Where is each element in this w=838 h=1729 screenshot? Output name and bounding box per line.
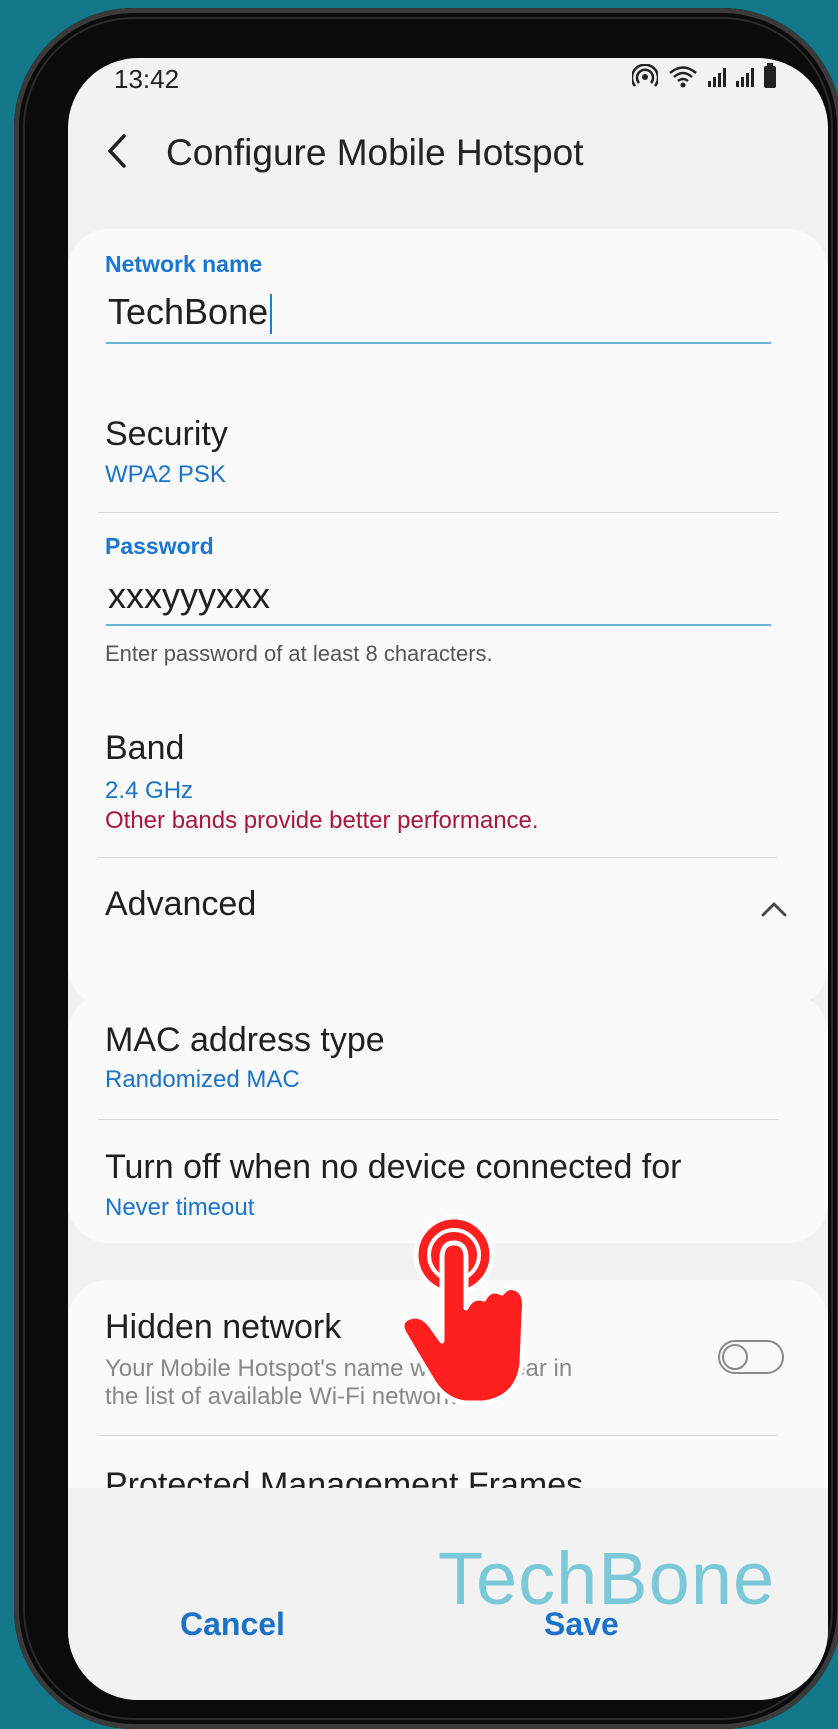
- hotspot-icon: [632, 64, 658, 87]
- text-cursor: [270, 294, 273, 335]
- signal-icon: [736, 67, 754, 87]
- watermark-logo: TechBone: [438, 1537, 776, 1620]
- tap-hand-icon: [399, 1214, 527, 1406]
- battery-icon: [764, 63, 776, 88]
- settings-card-basic: Network name TechBone Security WPA2 PSK …: [68, 229, 828, 1007]
- password-input[interactable]: xxxyyyxxx: [108, 575, 270, 617]
- password-underline: [106, 624, 771, 626]
- network-name-label: Network name: [105, 251, 263, 277]
- band-row[interactable]: Band 2.4 GHz Other bands provide better …: [68, 703, 828, 853]
- app-header: Configure Mobile Hotspot: [68, 118, 828, 188]
- wifi-icon: [669, 66, 697, 88]
- divider: [98, 512, 778, 513]
- security-row[interactable]: Security WPA2 PSK: [68, 389, 828, 509]
- security-value: WPA2 PSK: [105, 461, 226, 488]
- advanced-row[interactable]: Advanced: [68, 859, 828, 979]
- page-title: Configure Mobile Hotspot: [166, 132, 584, 173]
- security-title: Security: [105, 415, 228, 453]
- network-name-input[interactable]: TechBone: [108, 291, 273, 335]
- hidden-network-toggle[interactable]: [718, 1340, 784, 1374]
- settings-card-advanced: MAC address type Randomized MAC Turn off…: [68, 993, 828, 1243]
- status-icons: [632, 63, 776, 90]
- network-name-underline: [106, 342, 771, 344]
- cancel-button[interactable]: Cancel: [180, 1606, 285, 1643]
- status-bar: 13:42: [68, 58, 828, 108]
- mac-address-title: MAC address type: [105, 1021, 385, 1059]
- password-label: Password: [105, 533, 214, 559]
- chevron-left-icon[interactable]: [98, 126, 138, 176]
- screen: 13:42 Configure Mobile Hotspot Network n…: [68, 58, 828, 1700]
- timeout-title: Turn off when no device connected for: [105, 1148, 682, 1186]
- status-time: 13:42: [114, 64, 180, 94]
- network-name-value: TechBone: [108, 291, 269, 332]
- password-helper: Enter password of at least 8 characters.: [105, 641, 493, 666]
- divider: [98, 857, 778, 858]
- band-warning: Other bands provide better performance.: [105, 807, 539, 834]
- signal-icon: [708, 67, 726, 87]
- hidden-network-title: Hidden network: [105, 1308, 342, 1346]
- timeout-value: Never timeout: [105, 1194, 255, 1221]
- band-value: 2.4 GHz: [105, 777, 194, 804]
- phone-frame: 13:42 Configure Mobile Hotspot Network n…: [14, 8, 838, 1729]
- advanced-title: Advanced: [105, 885, 257, 923]
- chevron-up-icon[interactable]: [760, 895, 788, 923]
- mac-address-value: Randomized MAC: [105, 1066, 300, 1093]
- band-title: Band: [105, 729, 185, 767]
- mac-address-row[interactable]: MAC address type Randomized MAC: [68, 993, 828, 1118]
- password-value: xxxyyyxxx: [108, 575, 270, 616]
